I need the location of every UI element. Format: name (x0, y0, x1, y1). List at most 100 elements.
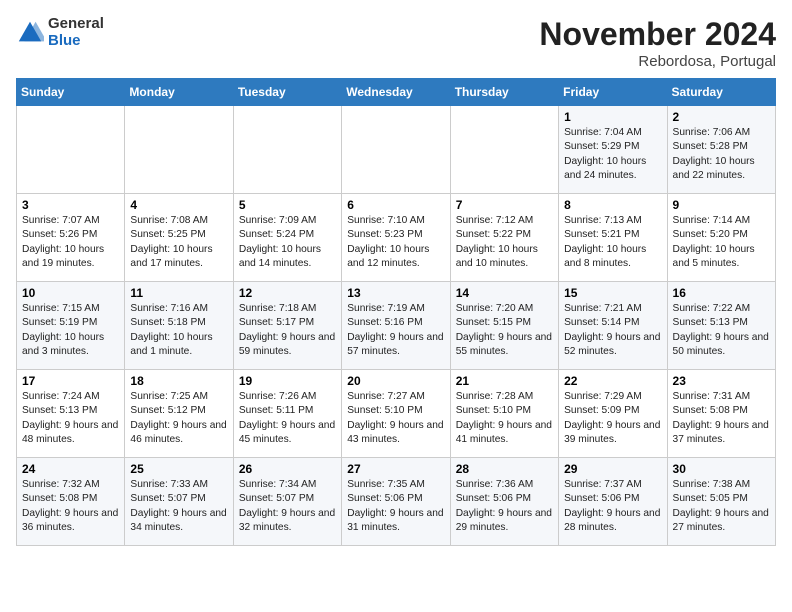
day-cell: 3 Sunrise: 7:07 AM Sunset: 5:26 PM Daylig… (17, 194, 125, 282)
day-info: Sunrise: 7:28 AM Sunset: 5:10 PM Dayligh… (456, 390, 553, 447)
week-row-4: 17 Sunrise: 7:24 AM Sunset: 5:13 PM Dayli… (17, 370, 776, 458)
day-cell: 28 Sunrise: 7:36 AM Sunset: 5:06 PM Dayli… (450, 458, 558, 546)
day-info: Sunrise: 7:22 AM Sunset: 5:13 PM Dayligh… (673, 302, 770, 359)
day-cell: 20Sunrise: 7:27 AM Sunset: 5:10 PM Dayli… (342, 370, 450, 458)
day-cell: 2 Sunrise: 7:06 AM Sunset: 5:28 PM Daylig… (667, 106, 775, 194)
day-info: Sunrise: 7:33 AM Sunset: 5:07 PM Dayligh… (130, 478, 227, 535)
location: Rebordosa, Portugal (539, 53, 776, 70)
day-info: Sunrise: 7:35 AM Sunset: 5:06 PM Dayligh… (347, 478, 444, 535)
day-info: Sunrise: 7:12 AM Sunset: 5:22 PM Dayligh… (456, 214, 553, 271)
day-cell: 26 Sunrise: 7:34 AM Sunset: 5:07 PM Dayli… (233, 458, 341, 546)
day-cell: 9Sunrise: 7:14 AM Sunset: 5:20 PM Daylig… (667, 194, 775, 282)
title-area: November 2024 Rebordosa, Portugal (539, 16, 776, 70)
week-row-3: 10 Sunrise: 7:15 AM Sunset: 5:19 PM Dayli… (17, 282, 776, 370)
day-cell: 11 Sunrise: 7:16 AM Sunset: 5:18 PM Dayli… (125, 282, 233, 370)
day-info: Sunrise: 7:27 AM Sunset: 5:10 PM Dayligh… (347, 390, 444, 447)
logo-blue-text: Blue (48, 33, 104, 50)
month-title: November 2024 (539, 16, 776, 53)
day-info: Sunrise: 7:06 AM Sunset: 5:28 PM Dayligh… (673, 126, 770, 183)
day-number: 8 (564, 198, 661, 212)
weekday-tuesday: Tuesday (233, 79, 341, 106)
day-cell: 5 Sunrise: 7:09 AM Sunset: 5:24 PM Daylig… (233, 194, 341, 282)
day-number: 4 (130, 198, 227, 212)
day-cell: 8 Sunrise: 7:13 AM Sunset: 5:21 PM Daylig… (559, 194, 667, 282)
day-info: Sunrise: 7:25 AM Sunset: 5:12 PM Dayligh… (130, 390, 227, 447)
calendar-body: 1 Sunrise: 7:04 AM Sunset: 5:29 PM Daylig… (17, 106, 776, 546)
logo: General Blue (16, 16, 104, 49)
day-info: Sunrise: 7:21 AM Sunset: 5:14 PM Dayligh… (564, 302, 661, 359)
day-cell: 23 Sunrise: 7:31 AM Sunset: 5:08 PM Dayli… (667, 370, 775, 458)
day-number: 22 (564, 374, 661, 388)
day-info: Sunrise: 7:32 AM Sunset: 5:08 PM Dayligh… (22, 478, 119, 535)
day-number: 3 (22, 198, 119, 212)
weekday-header-row: SundayMondayTuesdayWednesdayThursdayFrid… (17, 79, 776, 106)
day-number: 6 (347, 198, 444, 212)
logo-general-text: General (48, 16, 104, 33)
day-number: 10 (22, 286, 119, 300)
day-number: 19 (239, 374, 336, 388)
day-info: Sunrise: 7:10 AM Sunset: 5:23 PM Dayligh… (347, 214, 444, 271)
day-number: 12 (239, 286, 336, 300)
week-row-1: 1 Sunrise: 7:04 AM Sunset: 5:29 PM Daylig… (17, 106, 776, 194)
day-cell (342, 106, 450, 194)
weekday-monday: Monday (125, 79, 233, 106)
day-cell: 25 Sunrise: 7:33 AM Sunset: 5:07 PM Dayli… (125, 458, 233, 546)
day-info: Sunrise: 7:14 AM Sunset: 5:20 PM Dayligh… (673, 214, 770, 271)
day-info: Sunrise: 7:18 AM Sunset: 5:17 PM Dayligh… (239, 302, 336, 359)
day-cell: 21Sunrise: 7:28 AM Sunset: 5:10 PM Dayli… (450, 370, 558, 458)
week-row-2: 3 Sunrise: 7:07 AM Sunset: 5:26 PM Daylig… (17, 194, 776, 282)
day-cell: 22 Sunrise: 7:29 AM Sunset: 5:09 PM Dayli… (559, 370, 667, 458)
day-info: Sunrise: 7:15 AM Sunset: 5:19 PM Dayligh… (22, 302, 119, 359)
day-info: Sunrise: 7:31 AM Sunset: 5:08 PM Dayligh… (673, 390, 770, 447)
day-number: 17 (22, 374, 119, 388)
day-cell: 1 Sunrise: 7:04 AM Sunset: 5:29 PM Daylig… (559, 106, 667, 194)
day-info: Sunrise: 7:26 AM Sunset: 5:11 PM Dayligh… (239, 390, 336, 447)
day-info: Sunrise: 7:09 AM Sunset: 5:24 PM Dayligh… (239, 214, 336, 271)
day-cell: 19 Sunrise: 7:26 AM Sunset: 5:11 PM Dayli… (233, 370, 341, 458)
day-info: Sunrise: 7:19 AM Sunset: 5:16 PM Dayligh… (347, 302, 444, 359)
day-info: Sunrise: 7:24 AM Sunset: 5:13 PM Dayligh… (22, 390, 119, 447)
day-number: 29 (564, 462, 661, 476)
day-info: Sunrise: 7:08 AM Sunset: 5:25 PM Dayligh… (130, 214, 227, 271)
day-number: 18 (130, 374, 227, 388)
day-number: 16 (673, 286, 770, 300)
day-number: 1 (564, 110, 661, 124)
weekday-wednesday: Wednesday (342, 79, 450, 106)
day-cell: 4 Sunrise: 7:08 AM Sunset: 5:25 PM Daylig… (125, 194, 233, 282)
day-info: Sunrise: 7:13 AM Sunset: 5:21 PM Dayligh… (564, 214, 661, 271)
day-info: Sunrise: 7:38 AM Sunset: 5:05 PM Dayligh… (673, 478, 770, 535)
day-info: Sunrise: 7:16 AM Sunset: 5:18 PM Dayligh… (130, 302, 227, 359)
day-number: 5 (239, 198, 336, 212)
day-number: 13 (347, 286, 444, 300)
day-cell: 29Sunrise: 7:37 AM Sunset: 5:06 PM Dayli… (559, 458, 667, 546)
day-info: Sunrise: 7:36 AM Sunset: 5:06 PM Dayligh… (456, 478, 553, 535)
logo-text: General Blue (48, 16, 104, 49)
week-row-5: 24Sunrise: 7:32 AM Sunset: 5:08 PM Dayli… (17, 458, 776, 546)
day-info: Sunrise: 7:29 AM Sunset: 5:09 PM Dayligh… (564, 390, 661, 447)
weekday-saturday: Saturday (667, 79, 775, 106)
day-number: 11 (130, 286, 227, 300)
day-number: 28 (456, 462, 553, 476)
weekday-friday: Friday (559, 79, 667, 106)
day-cell: 12 Sunrise: 7:18 AM Sunset: 5:17 PM Dayli… (233, 282, 341, 370)
day-number: 25 (130, 462, 227, 476)
calendar: SundayMondayTuesdayWednesdayThursdayFrid… (16, 78, 776, 546)
day-number: 15 (564, 286, 661, 300)
day-info: Sunrise: 7:20 AM Sunset: 5:15 PM Dayligh… (456, 302, 553, 359)
day-cell: 10 Sunrise: 7:15 AM Sunset: 5:19 PM Dayli… (17, 282, 125, 370)
day-number: 26 (239, 462, 336, 476)
day-info: Sunrise: 7:04 AM Sunset: 5:29 PM Dayligh… (564, 126, 661, 183)
day-cell: 16 Sunrise: 7:22 AM Sunset: 5:13 PM Dayli… (667, 282, 775, 370)
day-info: Sunrise: 7:34 AM Sunset: 5:07 PM Dayligh… (239, 478, 336, 535)
logo-icon (16, 19, 44, 47)
day-number: 27 (347, 462, 444, 476)
weekday-sunday: Sunday (17, 79, 125, 106)
day-cell: 18 Sunrise: 7:25 AM Sunset: 5:12 PM Dayli… (125, 370, 233, 458)
day-cell: 27 Sunrise: 7:35 AM Sunset: 5:06 PM Dayli… (342, 458, 450, 546)
weekday-thursday: Thursday (450, 79, 558, 106)
day-number: 2 (673, 110, 770, 124)
day-info: Sunrise: 7:07 AM Sunset: 5:26 PM Dayligh… (22, 214, 119, 271)
day-cell (125, 106, 233, 194)
day-number: 23 (673, 374, 770, 388)
day-cell: 14Sunrise: 7:20 AM Sunset: 5:15 PM Dayli… (450, 282, 558, 370)
